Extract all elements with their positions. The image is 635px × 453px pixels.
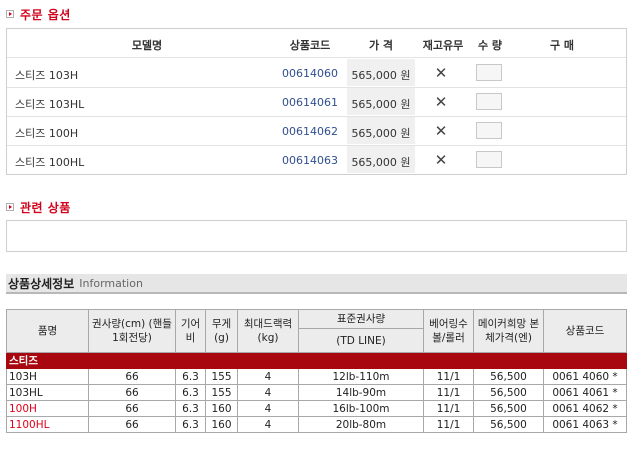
- spec-cell-gear: 6.3: [175, 384, 206, 401]
- header-buy: 구 매: [549, 39, 575, 52]
- header-price: 가 격: [368, 39, 394, 52]
- detail-subtitle: Information: [79, 276, 143, 290]
- option-model: 스티즈 103HL: [15, 98, 85, 111]
- spec-cell-capacity: 66: [88, 384, 176, 401]
- spec-header-drag: 최대드랙력 (kg): [237, 309, 299, 353]
- spec-header-weight: 무게 (g): [205, 309, 238, 353]
- spec-header-name: 품명: [6, 309, 89, 353]
- spec-cell-name: 1100HL: [6, 416, 89, 433]
- spec-cell-gear: 6.3: [175, 416, 206, 433]
- detail-info-bar: 상품상세정보 Information: [6, 274, 627, 294]
- spec-cell-bearing: 11/1: [423, 368, 474, 385]
- spec-cell-drag: 4: [237, 368, 299, 385]
- quantity-input[interactable]: [476, 93, 502, 110]
- spec-row: 103HL 66 6.3 155 4 14lb-90m 11/1 56,500 …: [6, 384, 627, 401]
- spec-cell-capacity: 66: [88, 416, 176, 433]
- option-row: 스티즈 100HL 00614063 565,000 원 ✕: [7, 146, 626, 174]
- spec-group-label: 스티즈: [6, 352, 627, 369]
- spec-cell-weight: 160: [205, 416, 238, 433]
- option-model: 스티즈 100H: [15, 127, 79, 140]
- option-code-link[interactable]: 00614061: [270, 96, 350, 109]
- option-row: 스티즈 103H 00614060 565,000 원 ✕: [7, 59, 626, 87]
- spec-cell-price: 56,500: [473, 384, 544, 401]
- spec-cell-bearing: 11/1: [423, 400, 474, 417]
- spec-cell-name: 100H: [6, 400, 89, 417]
- spec-header-capacity: 권사량(cm) (핸들 1회전당): [88, 309, 176, 353]
- spec-cell-name: 103H: [6, 368, 89, 385]
- section-arrow-icon: [6, 10, 14, 18]
- spec-header-gear: 기어비: [175, 309, 206, 353]
- spec-cell-price: 56,500: [473, 368, 544, 385]
- spec-cell-gear: 6.3: [175, 368, 206, 385]
- option-row: 스티즈 103HL 00614061 565,000 원 ✕: [7, 88, 626, 116]
- spec-cell-line: 12lb-110m: [298, 368, 424, 385]
- spec-cell-weight: 160: [205, 400, 238, 417]
- spec-cell-drag: 4: [237, 384, 299, 401]
- spec-cell-price: 56,500: [473, 400, 544, 417]
- spec-cell-code: 0061 4061 *: [543, 384, 627, 401]
- spec-cell-bearing: 11/1: [423, 416, 474, 433]
- related-products-box: [6, 220, 627, 252]
- spec-row: 100H 66 6.3 160 4 16lb-100m 11/1 56,500 …: [6, 400, 627, 417]
- out-of-stock-icon: ✕: [434, 93, 448, 111]
- quantity-input[interactable]: [476, 122, 502, 139]
- spec-cell-weight: 155: [205, 368, 238, 385]
- spec-header-bearing: 베어링수 볼/롤러: [423, 309, 474, 353]
- order-options-table: 모델명 상품코드 가 격 재고유무 수 량 구 매 스티즈 103H 00614…: [6, 28, 627, 175]
- header-qty: 수 량: [477, 39, 503, 52]
- order-options-title: 주문 옵션: [6, 6, 71, 22]
- header-model: 모델명: [131, 39, 163, 52]
- section-arrow-icon: [6, 203, 14, 211]
- header-code: 상품코드: [289, 39, 331, 52]
- option-price: 565,000 원: [347, 146, 415, 173]
- spec-cell-code: 0061 4060 *: [543, 368, 627, 385]
- spec-cell-line: 20lb-80m: [298, 416, 424, 433]
- option-price: 565,000 원: [347, 117, 415, 144]
- spec-header-code: 상품코드: [543, 309, 627, 353]
- option-price: 565,000 원: [347, 59, 415, 86]
- spec-cell-drag: 4: [237, 400, 299, 417]
- spec-cell-capacity: 66: [88, 368, 176, 385]
- option-code-link[interactable]: 00614062: [270, 125, 350, 138]
- out-of-stock-icon: ✕: [434, 64, 448, 82]
- spec-table: 품명 권사량(cm) (핸들 1회전당) 기어비 무게 (g) 최대드랙력 (k…: [6, 309, 627, 433]
- order-options-header: 모델명 상품코드 가 격 재고유무 수 량 구 매: [7, 29, 626, 57]
- option-model: 스티즈 100HL: [15, 156, 85, 169]
- spec-cell-gear: 6.3: [175, 400, 206, 417]
- out-of-stock-icon: ✕: [434, 151, 448, 169]
- spec-header-line: 표준권사량: [298, 309, 424, 329]
- detail-title: 상품상세정보: [8, 276, 75, 291]
- spec-header-line-sub: (TD LINE): [298, 328, 424, 353]
- related-products-title-text: 관련 상품: [20, 200, 71, 215]
- option-code-link[interactable]: 00614063: [270, 154, 350, 167]
- spec-group-row: 스티즈: [6, 352, 627, 369]
- spec-header-maker-price: 메이커희망 본체가격(엔): [473, 309, 544, 353]
- spec-row: 103H 66 6.3 155 4 12lb-110m 11/1 56,500 …: [6, 368, 627, 385]
- option-price: 565,000 원: [347, 88, 415, 115]
- order-options-title-text: 주문 옵션: [20, 7, 71, 22]
- header-stock: 재고유무: [422, 39, 464, 52]
- out-of-stock-icon: ✕: [434, 122, 448, 140]
- spec-cell-line: 16lb-100m: [298, 400, 424, 417]
- spec-cell-weight: 155: [205, 384, 238, 401]
- option-row: 스티즈 100H 00614062 565,000 원 ✕: [7, 117, 626, 145]
- spec-cell-code: 0061 4062 *: [543, 400, 627, 417]
- spec-cell-line: 14lb-90m: [298, 384, 424, 401]
- spec-cell-code: 0061 4063 *: [543, 416, 627, 433]
- quantity-input[interactable]: [476, 151, 502, 168]
- spec-cell-name: 103HL: [6, 384, 89, 401]
- related-products-title: 관련 상품: [6, 199, 71, 215]
- quantity-input[interactable]: [476, 64, 502, 81]
- spec-row: 1100HL 66 6.3 160 4 20lb-80m 11/1 56,500…: [6, 416, 627, 433]
- spec-cell-capacity: 66: [88, 400, 176, 417]
- spec-cell-bearing: 11/1: [423, 384, 474, 401]
- option-code-link[interactable]: 00614060: [270, 67, 350, 80]
- spec-cell-price: 56,500: [473, 416, 544, 433]
- spec-cell-drag: 4: [237, 416, 299, 433]
- option-model: 스티즈 103H: [15, 69, 79, 82]
